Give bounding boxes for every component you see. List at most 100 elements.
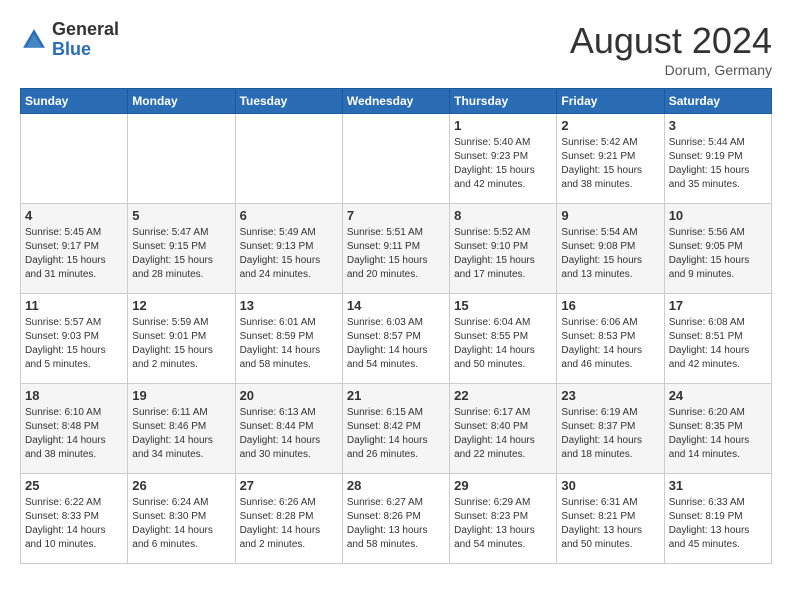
day-number: 29 — [454, 478, 552, 493]
day-number: 4 — [25, 208, 123, 223]
calendar-cell: 5 Sunrise: 5:47 AM Sunset: 9:15 PM Daylig… — [128, 204, 235, 294]
day-info: Sunrise: 5:44 AM Sunset: 9:19 PM Dayligh… — [669, 136, 767, 192]
calendar-cell: 2Sunrise: 5:42 AM Sunset: 9:21 PM Daylig… — [557, 114, 664, 204]
calendar-week-row: 25 Sunrise: 6:22 AM Sunset: 8:33 PM Dayli… — [21, 474, 772, 564]
calendar-cell: 19 Sunrise: 6:11 AM Sunset: 8:46 PM Dayli… — [128, 384, 235, 474]
day-info: Sunrise: 6:11 AM Sunset: 8:46 PM Dayligh… — [132, 406, 230, 462]
logo: General Blue — [20, 20, 119, 60]
day-info: Sunrise: 5:52 AM Sunset: 9:10 PM Dayligh… — [454, 226, 552, 282]
calendar-cell: 15Sunrise: 6:04 AM Sunset: 8:55 PM Dayli… — [450, 294, 557, 384]
day-number: 2 — [561, 118, 659, 133]
calendar-cell: 25 Sunrise: 6:22 AM Sunset: 8:33 PM Dayli… — [21, 474, 128, 564]
calendar-cell: 8 Sunrise: 5:52 AM Sunset: 9:10 PM Daylig… — [450, 204, 557, 294]
calendar-cell: 29Sunrise: 6:29 AM Sunset: 8:23 PM Dayli… — [450, 474, 557, 564]
calendar-cell: 27 Sunrise: 6:26 AM Sunset: 8:28 PM Dayli… — [235, 474, 342, 564]
day-number: 21 — [347, 388, 445, 403]
calendar-cell: 14 Sunrise: 6:03 AM Sunset: 8:57 PM Dayli… — [342, 294, 449, 384]
calendar-cell: 13 Sunrise: 6:01 AM Sunset: 8:59 PM Dayli… — [235, 294, 342, 384]
day-number: 22 — [454, 388, 552, 403]
day-info: Sunrise: 6:22 AM Sunset: 8:33 PM Dayligh… — [25, 496, 123, 552]
calendar-cell: 9Sunrise: 5:54 AM Sunset: 9:08 PM Daylig… — [557, 204, 664, 294]
day-info: Sunrise: 5:49 AM Sunset: 9:13 PM Dayligh… — [240, 226, 338, 282]
location: Dorum, Germany — [570, 62, 772, 78]
day-number: 7 — [347, 208, 445, 223]
day-info: Sunrise: 5:57 AM Sunset: 9:03 PM Dayligh… — [25, 316, 123, 372]
weekday-header: Monday — [128, 89, 235, 114]
calendar-cell: 22Sunrise: 6:17 AM Sunset: 8:40 PM Dayli… — [450, 384, 557, 474]
day-number: 25 — [25, 478, 123, 493]
day-info: Sunrise: 6:26 AM Sunset: 8:28 PM Dayligh… — [240, 496, 338, 552]
title-block: August 2024 Dorum, Germany — [570, 20, 772, 78]
day-number: 5 — [132, 208, 230, 223]
calendar-cell: 16 Sunrise: 6:06 AM Sunset: 8:53 PM Dayli… — [557, 294, 664, 384]
calendar-cell: 3 Sunrise: 5:44 AM Sunset: 9:19 PM Daylig… — [664, 114, 771, 204]
day-number: 23 — [561, 388, 659, 403]
day-number: 16 — [561, 298, 659, 313]
day-info: Sunrise: 6:15 AM Sunset: 8:42 PM Dayligh… — [347, 406, 445, 462]
calendar-cell: 7 Sunrise: 5:51 AM Sunset: 9:11 PM Daylig… — [342, 204, 449, 294]
day-info: Sunrise: 6:06 AM Sunset: 8:53 PM Dayligh… — [561, 316, 659, 372]
calendar-cell: 12 Sunrise: 5:59 AM Sunset: 9:01 PM Dayli… — [128, 294, 235, 384]
calendar-week-row: 1 Sunrise: 5:40 AM Sunset: 9:23 PM Daylig… — [21, 114, 772, 204]
day-number: 17 — [669, 298, 767, 313]
calendar-cell: 26 Sunrise: 6:24 AM Sunset: 8:30 PM Dayli… — [128, 474, 235, 564]
day-number: 6 — [240, 208, 338, 223]
calendar-cell: 1 Sunrise: 5:40 AM Sunset: 9:23 PM Daylig… — [450, 114, 557, 204]
day-info: Sunrise: 6:13 AM Sunset: 8:44 PM Dayligh… — [240, 406, 338, 462]
calendar-cell — [235, 114, 342, 204]
month-title: August 2024 — [570, 20, 772, 62]
calendar-cell: 6 Sunrise: 5:49 AM Sunset: 9:13 PM Daylig… — [235, 204, 342, 294]
day-number: 13 — [240, 298, 338, 313]
calendar-week-row: 4 Sunrise: 5:45 AM Sunset: 9:17 PM Daylig… — [21, 204, 772, 294]
day-info: Sunrise: 5:47 AM Sunset: 9:15 PM Dayligh… — [132, 226, 230, 282]
day-info: Sunrise: 5:51 AM Sunset: 9:11 PM Dayligh… — [347, 226, 445, 282]
calendar-cell: 23 Sunrise: 6:19 AM Sunset: 8:37 PM Dayli… — [557, 384, 664, 474]
day-info: Sunrise: 6:31 AM Sunset: 8:21 PM Dayligh… — [561, 496, 659, 552]
day-info: Sunrise: 5:45 AM Sunset: 9:17 PM Dayligh… — [25, 226, 123, 282]
calendar-cell: 10Sunrise: 5:56 AM Sunset: 9:05 PM Dayli… — [664, 204, 771, 294]
day-number: 12 — [132, 298, 230, 313]
day-info: Sunrise: 6:27 AM Sunset: 8:26 PM Dayligh… — [347, 496, 445, 552]
weekday-header: Thursday — [450, 89, 557, 114]
day-number: 19 — [132, 388, 230, 403]
day-info: Sunrise: 6:01 AM Sunset: 8:59 PM Dayligh… — [240, 316, 338, 372]
calendar-cell: 31 Sunrise: 6:33 AM Sunset: 8:19 PM Dayli… — [664, 474, 771, 564]
calendar-body: 1 Sunrise: 5:40 AM Sunset: 9:23 PM Daylig… — [21, 114, 772, 564]
day-number: 18 — [25, 388, 123, 403]
day-info: Sunrise: 6:10 AM Sunset: 8:48 PM Dayligh… — [25, 406, 123, 462]
day-info: Sunrise: 6:08 AM Sunset: 8:51 PM Dayligh… — [669, 316, 767, 372]
day-info: Sunrise: 6:19 AM Sunset: 8:37 PM Dayligh… — [561, 406, 659, 462]
day-number: 10 — [669, 208, 767, 223]
day-number: 26 — [132, 478, 230, 493]
logo-general: General — [52, 20, 119, 40]
calendar-week-row: 18 Sunrise: 6:10 AM Sunset: 8:48 PM Dayli… — [21, 384, 772, 474]
day-number: 1 — [454, 118, 552, 133]
day-info: Sunrise: 5:59 AM Sunset: 9:01 PM Dayligh… — [132, 316, 230, 372]
day-number: 8 — [454, 208, 552, 223]
day-number: 30 — [561, 478, 659, 493]
calendar-cell: 24 Sunrise: 6:20 AM Sunset: 8:35 PM Dayli… — [664, 384, 771, 474]
weekday-header: Wednesday — [342, 89, 449, 114]
logo-blue: Blue — [52, 40, 119, 60]
day-number: 28 — [347, 478, 445, 493]
calendar-cell: 21 Sunrise: 6:15 AM Sunset: 8:42 PM Dayli… — [342, 384, 449, 474]
day-number: 31 — [669, 478, 767, 493]
day-info: Sunrise: 6:03 AM Sunset: 8:57 PM Dayligh… — [347, 316, 445, 372]
calendar-cell: 11Sunrise: 5:57 AM Sunset: 9:03 PM Dayli… — [21, 294, 128, 384]
day-info: Sunrise: 6:20 AM Sunset: 8:35 PM Dayligh… — [669, 406, 767, 462]
day-number: 24 — [669, 388, 767, 403]
calendar-cell: 18 Sunrise: 6:10 AM Sunset: 8:48 PM Dayli… — [21, 384, 128, 474]
day-info: Sunrise: 5:40 AM Sunset: 9:23 PM Dayligh… — [454, 136, 552, 192]
calendar-cell: 4 Sunrise: 5:45 AM Sunset: 9:17 PM Daylig… — [21, 204, 128, 294]
calendar-cell: 17 Sunrise: 6:08 AM Sunset: 8:51 PM Dayli… — [664, 294, 771, 384]
calendar-cell: 28 Sunrise: 6:27 AM Sunset: 8:26 PM Dayli… — [342, 474, 449, 564]
day-info: Sunrise: 6:33 AM Sunset: 8:19 PM Dayligh… — [669, 496, 767, 552]
weekday-header: Friday — [557, 89, 664, 114]
day-info: Sunrise: 6:24 AM Sunset: 8:30 PM Dayligh… — [132, 496, 230, 552]
day-number: 3 — [669, 118, 767, 133]
day-number: 14 — [347, 298, 445, 313]
day-number: 27 — [240, 478, 338, 493]
calendar-week-row: 11Sunrise: 5:57 AM Sunset: 9:03 PM Dayli… — [21, 294, 772, 384]
calendar-cell — [128, 114, 235, 204]
calendar-cell — [342, 114, 449, 204]
